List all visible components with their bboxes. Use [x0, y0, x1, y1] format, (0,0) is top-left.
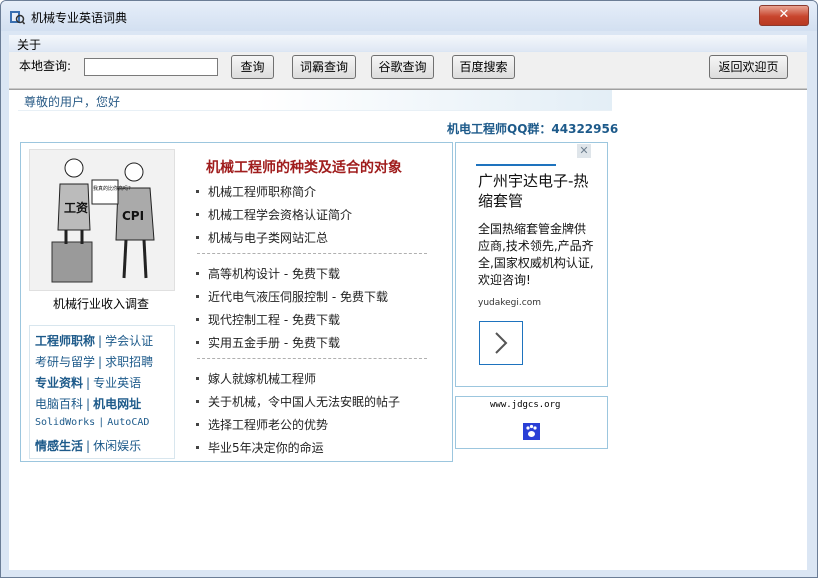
- window-title: 机械专业英语词典: [31, 11, 128, 25]
- link-item[interactable]: 选择工程师老公的优势: [194, 416, 328, 433]
- cat-autocad[interactable]: AutoCAD: [107, 417, 149, 428]
- link-item[interactable]: 机械工程师职称简介: [194, 183, 316, 200]
- greeting-text: 尊敬的用户，您好: [24, 95, 121, 109]
- qq-group-text: 机电工程师QQ群：44322956: [447, 122, 619, 136]
- app-window: 机械专业英语词典 ✕ 关于 本地查询: 查询 词霸查询 谷歌查询 百度搜索 返回…: [0, 0, 818, 578]
- title-bar: 机械专业英语词典 ✕: [1, 1, 817, 31]
- cat-english[interactable]: 专业英语: [93, 376, 141, 390]
- link-item[interactable]: 实用五金手册 - 免费下载: [194, 334, 340, 351]
- link-item[interactable]: 机械与电子类网站汇总: [194, 229, 328, 246]
- cat-society-cert[interactable]: 学会认证: [105, 334, 153, 348]
- back-home-button[interactable]: 返回欢迎页: [709, 55, 788, 79]
- ad-arrow-button[interactable]: [479, 321, 523, 365]
- cat-materials[interactable]: 专业资料: [35, 376, 83, 390]
- link-item[interactable]: 关于机械，令中国人无法安眠的帖子: [194, 393, 400, 410]
- ad-domain: yudakegi.com: [478, 298, 541, 308]
- survey-image-label-right: CPI: [122, 209, 144, 223]
- iciba-query-button[interactable]: 词霸查询: [292, 55, 356, 79]
- search-input[interactable]: [84, 58, 218, 76]
- cat-leisure[interactable]: 休闲娱乐: [93, 439, 141, 453]
- jdgcs-panel[interactable]: www.jdgcs.org: [455, 396, 608, 449]
- cat-postgrad[interactable]: 考研与留学: [35, 355, 95, 369]
- ad-body: 全国热缩套管金牌供应商,技术领先,产品齐全,国家权威机构认证,欢迎咨询!: [478, 222, 594, 287]
- links-title: 机械工程师的种类及适合的对象: [206, 160, 402, 176]
- divider: [197, 358, 427, 359]
- link-item[interactable]: 机械工程学会资格认证简介: [194, 206, 352, 223]
- query-button[interactable]: 查询: [231, 55, 274, 79]
- main-panel: 工资 CPI 我真的比你高吗? 机械行业收入调查 工程师职称 | 学会认证 考研与留…: [20, 142, 453, 462]
- jdgcs-url[interactable]: www.jdgcs.org: [490, 400, 560, 410]
- cat-jobs[interactable]: 求职招聘: [105, 355, 153, 369]
- baidu-search-button[interactable]: 百度搜索: [452, 55, 515, 79]
- link-item[interactable]: 毕业5年决定你的命运: [194, 439, 324, 456]
- cat-solidworks[interactable]: SolidWorks: [35, 417, 95, 428]
- link-item[interactable]: 现代控制工程 - 免费下载: [194, 311, 340, 328]
- survey-illustration: 工资 CPI 我真的比你高吗?: [30, 150, 174, 290]
- ad-panel[interactable]: ✕ 广州宇达电子-热缩套管 全国热缩套管金牌供应商,技术领先,产品齐全,国家权威…: [455, 142, 608, 387]
- ad-title[interactable]: 广州宇达电子-热缩套管: [478, 171, 598, 211]
- survey-caption[interactable]: 机械行业收入调查: [29, 295, 173, 312]
- ad-close-icon[interactable]: ✕: [577, 144, 591, 158]
- survey-image-label-left: 工资: [64, 200, 88, 215]
- salary-survey-image[interactable]: 工资 CPI 我真的比你高吗?: [29, 149, 175, 291]
- ad-accent-line: [476, 164, 556, 166]
- cat-websites[interactable]: 机电网址: [93, 397, 141, 411]
- link-item[interactable]: 嫁人就嫁机械工程师: [194, 370, 316, 387]
- menu-bar: 关于: [9, 35, 807, 53]
- paw-icon[interactable]: [523, 423, 540, 440]
- toolbar: 本地查询: 查询 词霸查询 谷歌查询 百度搜索 返回欢迎页: [9, 52, 807, 89]
- divider: [197, 253, 427, 254]
- google-query-button[interactable]: 谷歌查询: [371, 55, 434, 79]
- link-item[interactable]: 高等机构设计 - 免费下载: [194, 265, 340, 282]
- greeting-bar: 尊敬的用户，您好: [18, 90, 612, 111]
- menu-about[interactable]: 关于: [17, 36, 41, 53]
- web-content: 尊敬的用户，您好 机电工程师QQ群：44322956 工资 CPI 我真的比你高…: [9, 89, 807, 570]
- chevron-right-icon: [495, 332, 508, 354]
- close-button[interactable]: ✕: [759, 5, 809, 26]
- category-panel: 工程师职称 | 学会认证 考研与留学 | 求职招聘 专业资料 | 专业英语 电脑百科 | 机电网…: [29, 325, 175, 459]
- cat-emotion[interactable]: 情感生活: [35, 439, 83, 453]
- link-item[interactable]: 近代电气液压伺服控制 - 免费下载: [194, 288, 388, 305]
- app-icon: [10, 11, 25, 25]
- local-query-label: 本地查询:: [19, 59, 72, 73]
- survey-image-bubble: 我真的比你高吗?: [93, 185, 131, 192]
- cat-computer[interactable]: 电脑百科: [35, 397, 83, 411]
- cat-engineer-title[interactable]: 工程师职称: [35, 334, 95, 348]
